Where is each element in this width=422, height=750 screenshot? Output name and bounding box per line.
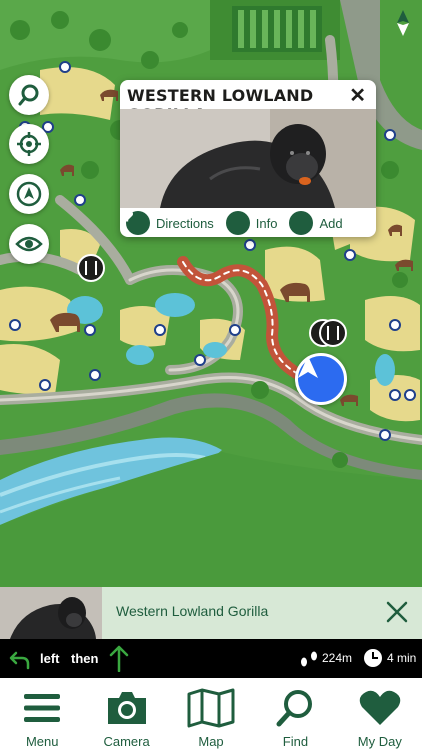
turn-by-turn-bar: left then 224m 4 min [0, 639, 422, 678]
map-icon [187, 686, 235, 730]
zoo-map[interactable]: WESTERN LOWLAND GORILLA ✕ 224m Direc [0, 0, 422, 587]
current-location-marker [295, 353, 347, 405]
route-time: 4 min [387, 651, 417, 665]
compass-icon[interactable] [396, 10, 410, 36]
tab-find-label: Find [282, 734, 309, 749]
info-button[interactable]: Info [125, 210, 278, 235]
search-map-button[interactable] [9, 75, 49, 115]
add-button[interactable]: Add [120, 211, 343, 235]
directions-button[interactable]: Directions [121, 211, 214, 235]
close-icon[interactable] [384, 599, 410, 625]
camera-icon [105, 686, 149, 730]
tab-my-day[interactable]: My Day [338, 678, 422, 750]
tab-menu[interactable]: Menu [0, 678, 84, 750]
navigation-mode-button[interactable] [9, 174, 49, 214]
tab-camera-label: Camera [103, 734, 150, 749]
search-icon [18, 84, 39, 106]
info-label: Info [255, 215, 278, 231]
tab-camera[interactable]: Camera [84, 678, 168, 750]
navigation-arrow-icon [16, 181, 42, 207]
directions-label: Directions [156, 215, 214, 231]
gorilla-thumbnail [0, 587, 102, 639]
bottom-tab-bar: Menu Camera Map Find My Day [0, 678, 422, 750]
route-distance: 224m [322, 651, 353, 665]
footsteps-icon [301, 651, 317, 667]
tab-find[interactable]: Find [253, 678, 337, 750]
visibility-toggle-button[interactable] [9, 224, 49, 264]
gorilla-photo: 224m [120, 109, 376, 208]
popup-actions: Directions Info Add [120, 209, 376, 237]
info-icon [125, 210, 250, 235]
step-one-text: left [40, 651, 60, 666]
turn-left-arrow-icon [9, 651, 30, 670]
crosshair-icon [17, 132, 41, 156]
tab-menu-label: Menu [25, 734, 59, 749]
straight-arrow-icon [109, 645, 129, 672]
heart-icon [120, 211, 314, 235]
tab-my-day-label: My Day [357, 734, 402, 749]
hamburger-icon [23, 686, 61, 730]
selected-animal-name: Western Lowland Gorilla [116, 603, 269, 619]
eye-icon [15, 236, 43, 252]
close-icon[interactable]: ✕ [349, 86, 366, 106]
clock-icon [364, 649, 382, 667]
step-then-text: then [71, 651, 99, 666]
location-arrow-icon [298, 356, 318, 378]
tab-map[interactable]: Map [169, 678, 253, 750]
selected-animal-bar[interactable]: Western Lowland Gorilla [0, 587, 422, 639]
heart-icon [358, 686, 402, 730]
tab-map-label: Map [198, 734, 224, 749]
search-icon [275, 686, 315, 730]
animal-popup-card[interactable]: WESTERN LOWLAND GORILLA ✕ 224m Direc [120, 80, 376, 237]
locate-me-button[interactable] [9, 124, 49, 164]
add-label: Add [319, 215, 343, 231]
